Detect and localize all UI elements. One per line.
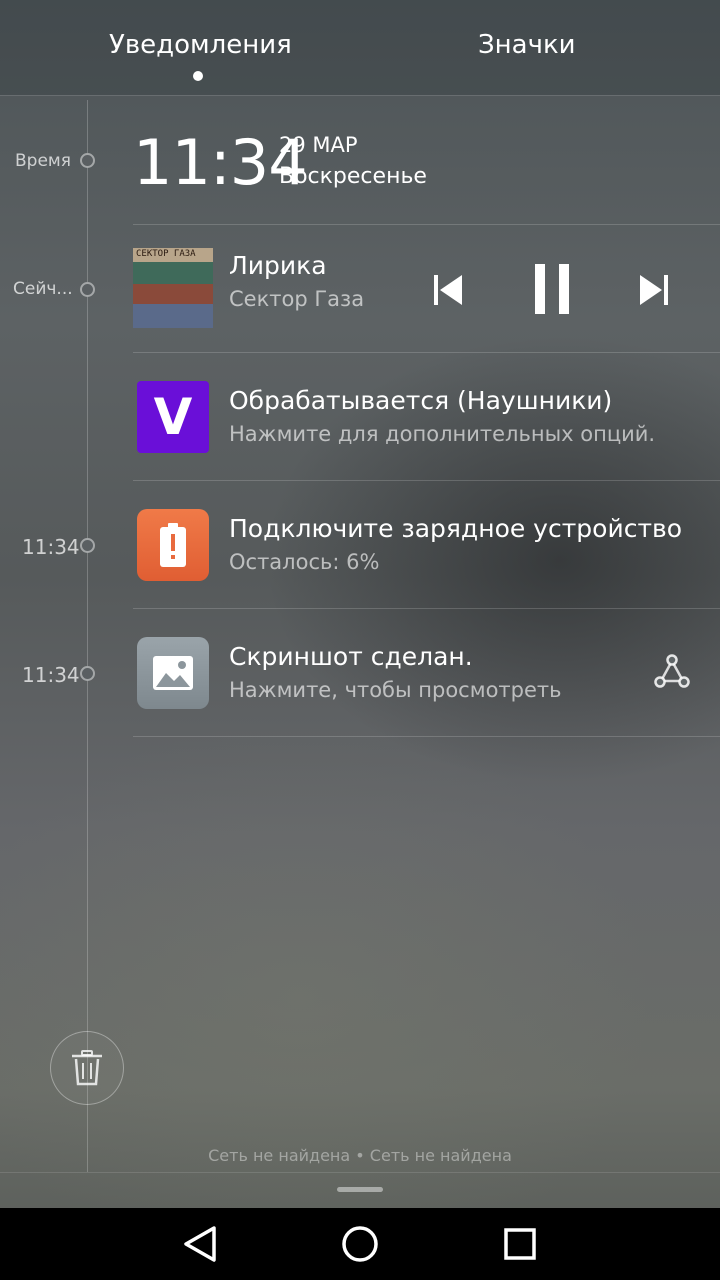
timeline-label-battery: 11:34 <box>22 535 80 559</box>
notification-title: Обрабатывается (Наушники) <box>229 386 613 415</box>
trash-icon <box>72 1050 102 1086</box>
divider <box>133 224 720 225</box>
share-icon <box>654 654 690 688</box>
v-app-icon: V <box>137 381 209 453</box>
gallery-glyph <box>153 656 193 690</box>
active-tab-indicator <box>193 71 203 81</box>
divider <box>133 608 720 609</box>
recents-button[interactable] <box>498 1222 542 1266</box>
skip-previous-icon <box>434 275 462 305</box>
timeline-label-time: Время <box>15 151 71 171</box>
notification-shade-header: Уведомления Значки <box>0 0 720 96</box>
home-icon <box>342 1226 378 1262</box>
recents-icon <box>504 1228 536 1260</box>
back-button[interactable] <box>178 1222 222 1266</box>
notification-subtitle: Нажмите для дополнительных опций. <box>229 422 656 446</box>
network-status: Сеть не найдена • Сеть не найдена <box>208 1146 512 1165</box>
navigation-bar <box>0 1208 720 1280</box>
battery-alert-icon <box>137 509 209 581</box>
skip-next-icon <box>640 275 668 305</box>
clear-all-button[interactable] <box>50 1031 124 1105</box>
timeline-dot <box>80 282 95 297</box>
gallery-icon <box>137 637 209 709</box>
next-track-button[interactable] <box>634 268 674 312</box>
battery-alert-glyph <box>160 523 186 567</box>
media-title: Лирика <box>229 251 327 280</box>
album-art: СЕКТОР ГАЗА <box>133 248 213 328</box>
tab-notifications[interactable]: Уведомления <box>109 30 292 60</box>
clock-weekday: Воскресенье <box>279 164 427 189</box>
notification-subtitle: Осталось: 6% <box>229 550 380 574</box>
timeline-dot <box>80 538 95 553</box>
pause-icon <box>535 264 569 314</box>
notification-subtitle: Нажмите, чтобы просмотреть <box>229 678 562 702</box>
back-icon <box>184 1226 216 1262</box>
timeline-line <box>87 100 88 1172</box>
timeline-label-screenshot: 11:34 <box>22 663 80 687</box>
divider <box>0 1172 720 1173</box>
timeline-dot <box>80 666 95 681</box>
media-artist: Сектор Газа <box>229 287 365 311</box>
drag-handle[interactable] <box>337 1187 383 1192</box>
divider <box>133 480 720 481</box>
album-art-title: СЕКТОР ГАЗА <box>136 249 196 259</box>
divider <box>133 352 720 353</box>
v-app-icon-letter: V <box>153 388 193 446</box>
divider <box>133 736 720 737</box>
clock-date: 29 МАР <box>279 133 358 157</box>
timeline-label-now: Сейч... <box>13 279 73 299</box>
timeline-dot <box>80 153 95 168</box>
home-button[interactable] <box>338 1222 382 1266</box>
share-button[interactable] <box>650 651 694 691</box>
notification-title: Подключите зарядное устройство <box>229 514 683 543</box>
tab-icons[interactable]: Значки <box>478 30 576 60</box>
notification-title: Скриншот сделан. <box>229 642 473 671</box>
pause-button[interactable] <box>530 262 574 316</box>
previous-track-button[interactable] <box>428 268 468 312</box>
